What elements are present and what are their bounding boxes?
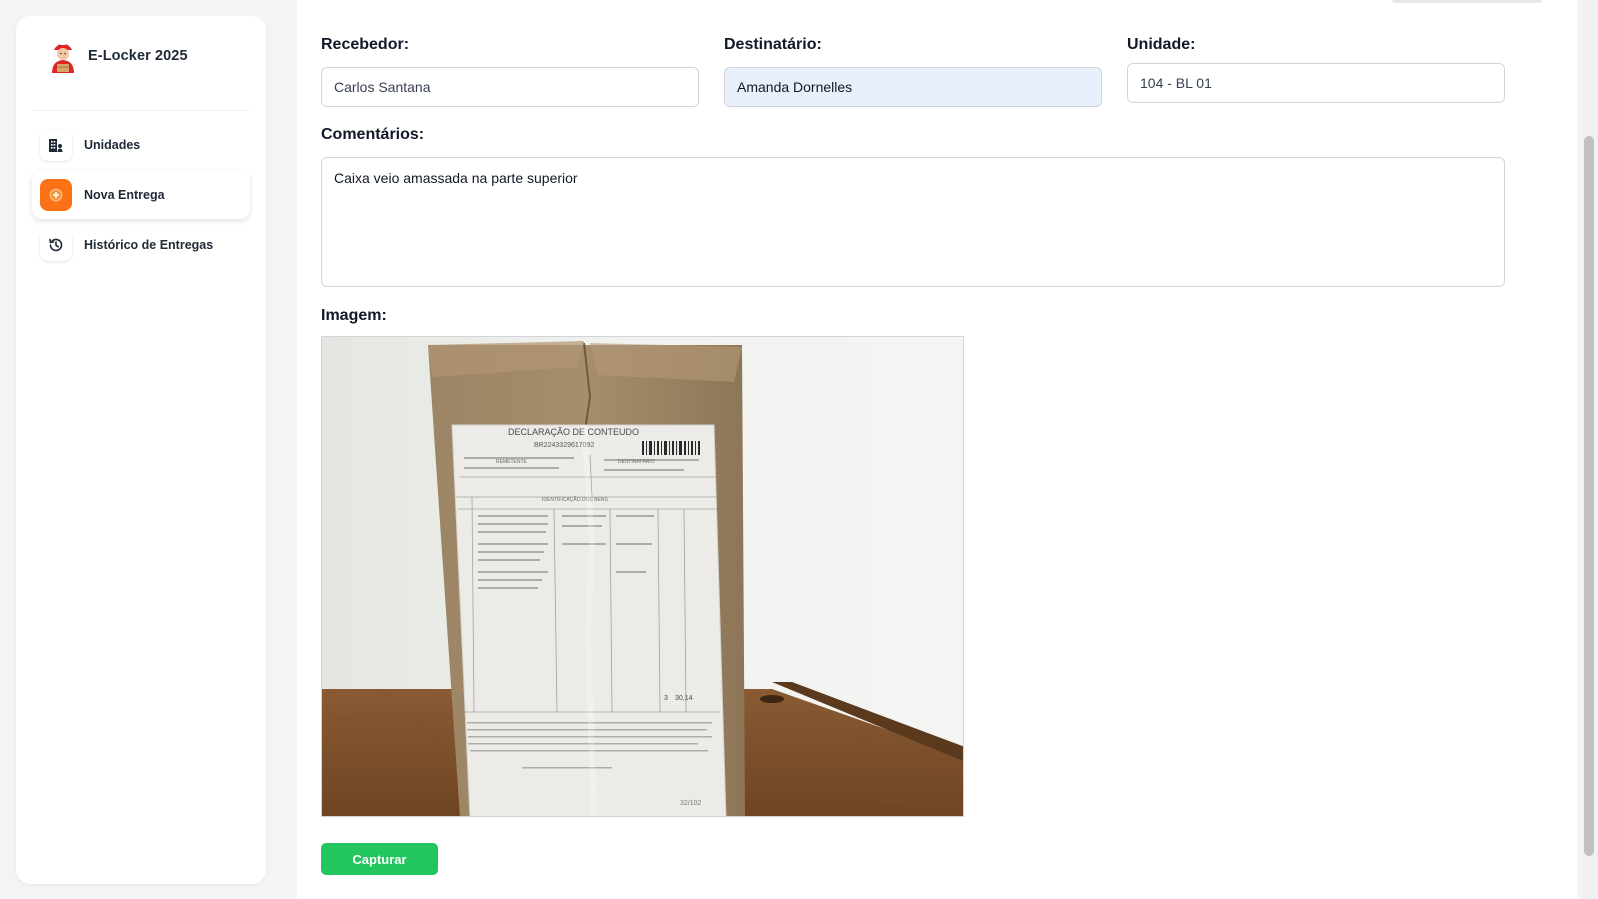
sidebar-item-label: Nova Entrega	[84, 188, 165, 202]
top-edge-tab	[1392, 0, 1542, 3]
scrollbar[interactable]	[1580, 0, 1598, 899]
sidebar-item-historico[interactable]: Histórico de Entregas	[32, 221, 250, 269]
sidebar-item-nova-entrega[interactable]: Nova Entrega	[32, 171, 250, 219]
plus-circle-icon	[40, 179, 72, 211]
unidade-select[interactable]: 104 - BL 01	[1127, 63, 1505, 103]
capture-button[interactable]: Capturar	[321, 843, 438, 875]
imagem-label: Imagem:	[321, 307, 387, 324]
package-photo: DECLARAÇÃO DE CONTEUDO BR2243329617092 R…	[322, 337, 963, 816]
recebedor-input[interactable]: Carlos Santana	[321, 67, 699, 107]
label-title-text: DECLARAÇÃO DE CONTEUDO	[508, 427, 639, 437]
sidebar: E-Locker 2025 Unidades Nova Entrega Hist…	[16, 16, 266, 884]
history-icon	[40, 229, 72, 261]
camera-preview: DECLARAÇÃO DE CONTEUDO BR2243329617092 R…	[321, 336, 964, 817]
comentarios-textarea[interactable]: Caixa veio amassada na parte superior	[321, 157, 1505, 287]
sidebar-item-label: Histórico de Entregas	[84, 238, 214, 252]
destinatario-label: Destinatário:	[724, 36, 822, 53]
label-footer-text: 32/102	[680, 800, 702, 807]
sidebar-item-unidades[interactable]: Unidades	[32, 121, 250, 169]
label-destinatario-text: DESTINATÁRIO	[618, 458, 655, 465]
building-icon	[40, 129, 72, 161]
label-identificacao-text: IDENTIFICAÇÃO DOS BENS	[542, 496, 609, 503]
sidebar-nav: Unidades Nova Entrega Histórico de Entre…	[16, 111, 266, 269]
label-remetente-text: REMETENTE	[496, 459, 528, 465]
sidebar-item-label: Unidades	[84, 138, 141, 152]
brand[interactable]: E-Locker 2025	[16, 16, 266, 96]
unidade-label: Unidade:	[1127, 36, 1196, 53]
scrollbar-thumb[interactable]	[1584, 136, 1594, 856]
label-value-text: 30,14	[675, 695, 693, 702]
destinatario-input[interactable]: Amanda Dornelles	[724, 67, 1102, 107]
comentarios-label: Comentários:	[321, 126, 425, 143]
recebedor-label: Recebedor:	[321, 36, 410, 53]
delivery-person-icon	[52, 42, 74, 73]
label-qty-text: 3	[664, 695, 668, 702]
app-title: E-Locker 2025	[88, 48, 188, 64]
